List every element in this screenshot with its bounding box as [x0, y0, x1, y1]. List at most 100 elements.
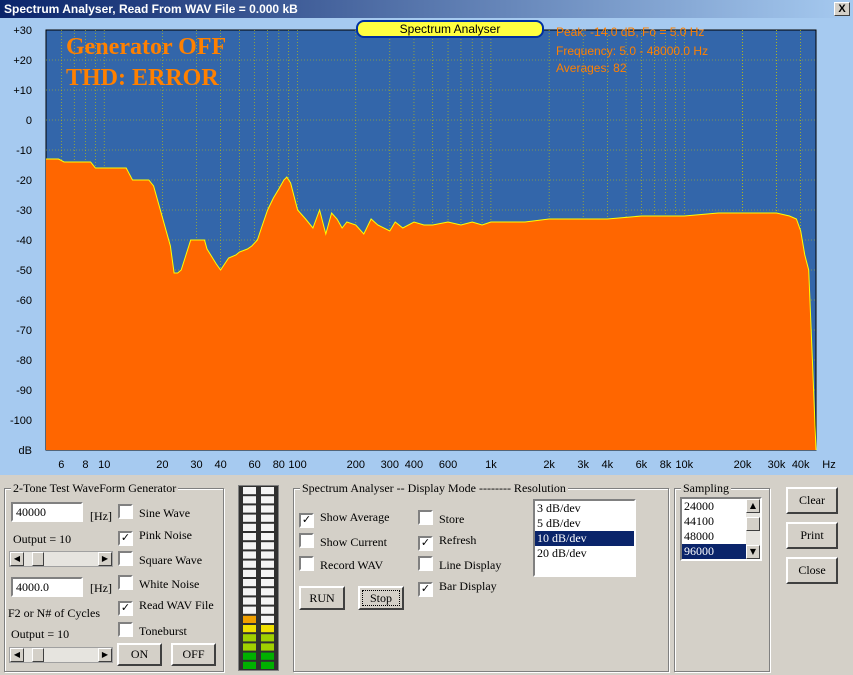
slider-right-arrow-icon[interactable]: ▶	[98, 648, 112, 662]
meter-segment	[243, 496, 256, 504]
x-tick-label: 8	[82, 459, 88, 471]
display-check-bar-display[interactable]: ✓ Bar Display	[418, 579, 497, 597]
sampling-listbox[interactable]: 24000 44100 48000 96000 ▲ ▼	[680, 497, 762, 561]
checkbox-box[interactable]	[118, 551, 133, 567]
sampling-option[interactable]: 96000	[682, 544, 746, 559]
generator-check-sine-wave[interactable]: Sine Wave	[118, 504, 190, 520]
print-button[interactable]: Print	[786, 522, 838, 549]
x-tick-label: 80	[273, 459, 285, 471]
generator-check-white-noise[interactable]: White Noise	[118, 574, 200, 591]
x-tick-label: 400	[405, 459, 423, 471]
meter-segment	[261, 606, 274, 614]
meter-segment	[243, 634, 256, 642]
x-tick-label: 60	[249, 459, 261, 471]
y-tick-label: -30	[16, 205, 32, 217]
window-close-button[interactable]: X	[834, 2, 850, 16]
generator-check-pink-noise[interactable]: ✓ Pink Noise	[118, 527, 193, 546]
checkbox-box[interactable]	[418, 510, 433, 525]
generator-check-toneburst[interactable]: Toneburst	[118, 622, 187, 638]
output1-slider[interactable]: ◀ ▶	[9, 551, 113, 567]
y-tick-label: -80	[16, 355, 32, 367]
checkbox-box[interactable]	[118, 574, 133, 590]
thd-status-text: THD: ERROR	[66, 65, 219, 91]
meter-segment	[243, 643, 256, 651]
display-check-record-wav[interactable]: Record WAV	[299, 556, 383, 572]
scroll-down-icon[interactable]: ▼	[746, 545, 760, 559]
slider-thumb[interactable]	[32, 648, 44, 662]
display-check-show-average[interactable]: ✓ Show Average	[299, 510, 389, 528]
checkbox-box[interactable]: ✓	[418, 582, 433, 597]
y-tick-label: -60	[16, 295, 32, 307]
freq2-input[interactable]: 4000.0	[11, 577, 83, 597]
sampling-scrollbar[interactable]: ▲ ▼	[746, 499, 760, 559]
checkbox-box[interactable]	[118, 622, 133, 637]
meter-segment	[243, 551, 256, 559]
meter-segment	[261, 661, 274, 669]
info-peak: Peak: -14.0 dB, Fo = 5.0 Hz	[556, 25, 704, 39]
slider-right-arrow-icon[interactable]: ▶	[98, 552, 112, 566]
checkbox-box[interactable]: ✓	[118, 530, 133, 546]
checkbox-label: Pink Noise	[139, 527, 193, 542]
display-check-refresh[interactable]: ✓ Refresh	[418, 533, 476, 551]
meter-segment	[243, 505, 256, 513]
x-tick-label: 20	[156, 459, 168, 471]
checkbox-box[interactable]: ✓	[299, 513, 314, 528]
display-check-line-display[interactable]: Line Display	[418, 556, 501, 572]
scroll-thumb[interactable]	[746, 517, 760, 531]
checkbox-box[interactable]	[118, 504, 133, 519]
checkbox-label: Store	[439, 512, 465, 526]
x-tick-label: 30k	[768, 459, 786, 471]
resolution-option[interactable]: 3 dB/dev	[535, 501, 634, 516]
resolution-option[interactable]: 10 dB/dev	[535, 531, 634, 546]
info-freq: Frequency: 5.0 - 48000.0 Hz	[556, 44, 708, 58]
generator-check-read-wav-file[interactable]: ✓ Read WAV File	[118, 598, 214, 617]
f2-cycles-label: F2 or N# of Cycles	[8, 606, 100, 620]
stop-button[interactable]: Stop	[358, 586, 404, 610]
resolution-option[interactable]: 20 dB/dev	[535, 546, 634, 561]
x-tick-label: 3k	[577, 459, 589, 471]
sampling-option[interactable]: 24000	[682, 499, 746, 514]
checkbox-label: Bar Display	[439, 579, 497, 593]
generator-group-title: 2-Tone Test WaveForm Generator	[11, 481, 179, 496]
meter-segment	[261, 625, 274, 633]
freq1-input[interactable]: 40000	[11, 502, 83, 522]
y-tick-label: -70	[16, 325, 32, 337]
slider-thumb[interactable]	[32, 552, 44, 566]
output2-slider[interactable]: ◀ ▶	[9, 647, 113, 663]
checkbox-box[interactable]: ✓	[118, 601, 133, 617]
checkbox-label: White Noise	[139, 576, 200, 591]
resolution-listbox[interactable]: 3 dB/dev 5 dB/dev 10 dB/dev 20 dB/dev	[533, 499, 636, 577]
meter-segment	[261, 542, 274, 550]
y-tick-label: +30	[13, 25, 32, 37]
meter-segment	[261, 523, 274, 531]
sampling-option[interactable]: 48000	[682, 529, 746, 544]
resolution-option[interactable]: 5 dB/dev	[535, 516, 634, 531]
checkbox-box[interactable]: ✓	[418, 536, 433, 551]
slider-left-arrow-icon[interactable]: ◀	[10, 552, 24, 566]
x-tick-label: 10	[98, 459, 110, 471]
spectrum-chart-area: +30 +20 +10 0 -10 -20 -30 -40 -50 -60 -70 -80 -90 -10…	[0, 18, 853, 475]
generator-off-button[interactable]: OFF	[171, 643, 216, 666]
scroll-up-icon[interactable]: ▲	[746, 499, 760, 513]
spectrum-chart: +30 +20 +10 0 -10 -20 -30 -40 -50 -60 -70 -80 -90 -10…	[10, 25, 836, 471]
checkbox-label: Show Current	[320, 535, 387, 549]
checkbox-box[interactable]	[299, 556, 314, 571]
checkbox-box[interactable]	[299, 533, 314, 548]
sampling-group-title: Sampling	[681, 481, 732, 496]
run-button[interactable]: RUN	[299, 586, 345, 610]
clear-button[interactable]: Clear	[786, 487, 838, 514]
meter-segment	[243, 588, 256, 596]
generator-on-button[interactable]: ON	[117, 643, 162, 666]
generator-check-square-wave[interactable]: Square Wave	[118, 551, 202, 567]
level-meter-bars	[243, 487, 274, 669]
display-check-store[interactable]: Store	[418, 510, 464, 526]
y-tick-label: +10	[13, 85, 32, 97]
x-axis-unit-label: Hz	[822, 459, 835, 471]
display-check-show-current[interactable]: Show Current	[299, 533, 387, 549]
sampling-option[interactable]: 44100	[682, 514, 746, 529]
meter-segment	[243, 579, 256, 587]
slider-left-arrow-icon[interactable]: ◀	[10, 648, 24, 662]
checkbox-box[interactable]	[418, 556, 433, 571]
meter-segment	[261, 487, 274, 495]
close-button[interactable]: Close	[786, 557, 838, 584]
